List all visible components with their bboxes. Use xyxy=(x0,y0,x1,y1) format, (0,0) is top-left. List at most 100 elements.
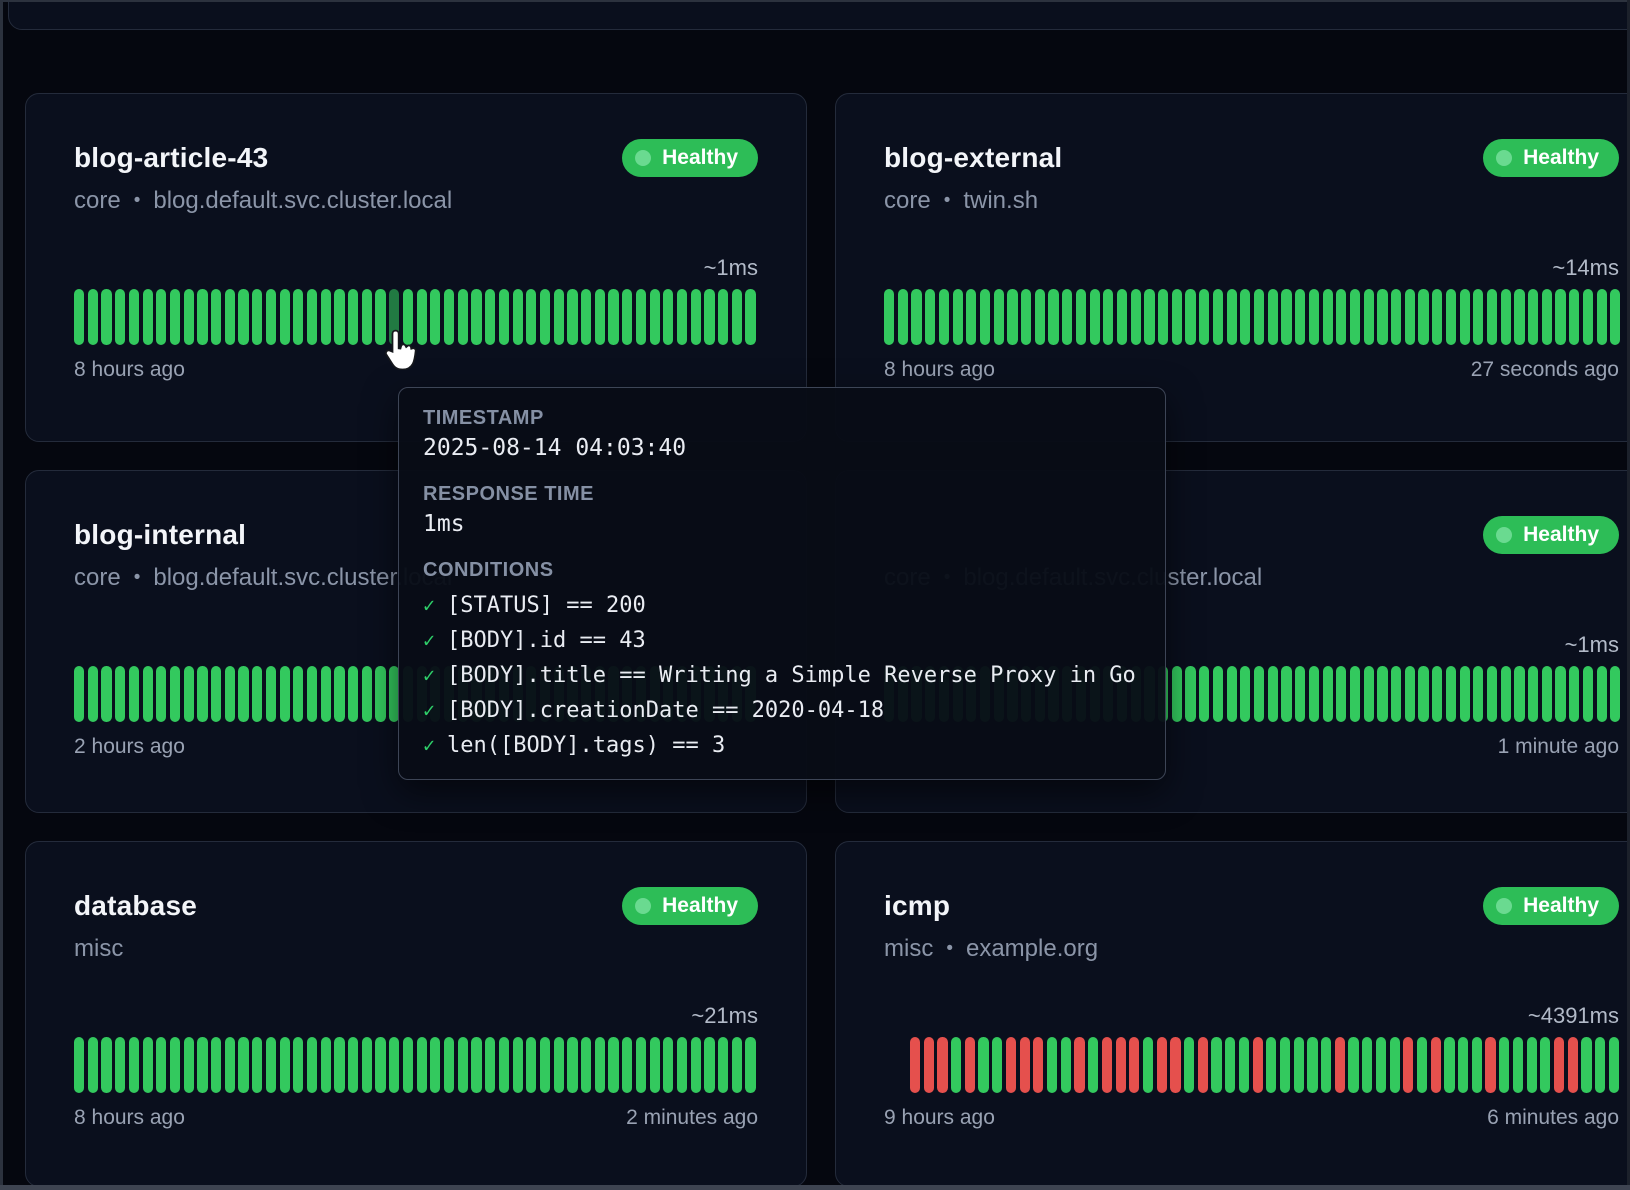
health-bar[interactable] xyxy=(348,289,358,345)
uptime-bars[interactable] xyxy=(884,289,1619,345)
health-bar[interactable] xyxy=(1268,289,1278,345)
health-bar[interactable] xyxy=(348,666,358,722)
health-bar[interactable] xyxy=(156,666,166,722)
health-bar[interactable] xyxy=(704,289,714,345)
health-bar[interactable] xyxy=(1102,1037,1112,1093)
health-bar[interactable] xyxy=(1364,666,1374,722)
health-bar[interactable] xyxy=(1403,1037,1413,1093)
health-bar[interactable] xyxy=(1583,666,1593,722)
health-bar[interactable] xyxy=(1184,1037,1194,1093)
health-bar[interactable] xyxy=(951,1037,961,1093)
health-bar[interactable] xyxy=(417,1037,427,1093)
health-bar[interactable] xyxy=(1199,289,1209,345)
health-bar[interactable] xyxy=(1227,289,1237,345)
health-bar[interactable] xyxy=(1609,1037,1619,1093)
health-bar[interactable] xyxy=(581,1037,591,1093)
health-bar[interactable] xyxy=(1131,289,1141,345)
health-bar[interactable] xyxy=(980,289,990,345)
health-bar[interactable] xyxy=(1473,666,1483,722)
health-bar[interactable] xyxy=(1554,1037,1564,1093)
health-bar[interactable] xyxy=(1446,289,1456,345)
health-bar[interactable] xyxy=(307,289,317,345)
health-bar[interactable] xyxy=(704,1037,714,1093)
health-bar[interactable] xyxy=(184,666,194,722)
health-bar[interactable] xyxy=(143,289,153,345)
health-bar[interactable] xyxy=(1487,666,1497,722)
health-bar[interactable] xyxy=(1047,1037,1057,1093)
health-bar[interactable] xyxy=(937,1037,947,1093)
health-bar[interactable] xyxy=(1418,289,1428,345)
health-bar[interactable] xyxy=(348,1037,358,1093)
health-bar[interactable] xyxy=(1431,1037,1441,1093)
health-bar[interactable] xyxy=(1569,289,1579,345)
health-bar[interactable] xyxy=(74,289,84,345)
health-bar[interactable] xyxy=(197,1037,207,1093)
health-bar[interactable] xyxy=(389,1037,399,1093)
health-bar[interactable] xyxy=(718,289,728,345)
health-bar[interactable] xyxy=(225,666,235,722)
health-bar[interactable] xyxy=(1501,289,1511,345)
health-bar[interactable] xyxy=(1350,289,1360,345)
health-bar[interactable] xyxy=(1007,289,1017,345)
health-bar[interactable] xyxy=(1597,666,1607,722)
health-bar[interactable] xyxy=(1473,289,1483,345)
health-bar[interactable] xyxy=(1158,289,1168,345)
health-bar[interactable] xyxy=(1307,1037,1317,1093)
health-bar[interactable] xyxy=(266,1037,276,1093)
health-bar[interactable] xyxy=(1033,1037,1043,1093)
health-bar[interactable] xyxy=(898,289,908,345)
health-bar[interactable] xyxy=(1335,1037,1345,1093)
health-bar[interactable] xyxy=(513,289,523,345)
health-bar[interactable] xyxy=(1295,666,1305,722)
health-bar[interactable] xyxy=(471,289,481,345)
health-bar[interactable] xyxy=(1501,666,1511,722)
health-bar[interactable] xyxy=(362,666,372,722)
health-bar[interactable] xyxy=(1555,289,1565,345)
health-bar[interactable] xyxy=(595,1037,605,1093)
health-bar[interactable] xyxy=(1323,289,1333,345)
health-bar[interactable] xyxy=(650,289,660,345)
health-bar[interactable] xyxy=(608,1037,618,1093)
health-bar[interactable] xyxy=(362,1037,372,1093)
health-bar[interactable] xyxy=(622,289,632,345)
health-bar[interactable] xyxy=(499,289,509,345)
health-bar[interactable] xyxy=(1295,289,1305,345)
health-bar[interactable] xyxy=(1527,1037,1537,1093)
health-bar[interactable] xyxy=(458,1037,468,1093)
health-bar[interactable] xyxy=(966,289,976,345)
health-bar[interactable] xyxy=(939,289,949,345)
health-bar[interactable] xyxy=(1513,1037,1523,1093)
health-bar[interactable] xyxy=(238,1037,248,1093)
health-bar[interactable] xyxy=(1595,1037,1605,1093)
health-bar[interactable] xyxy=(1376,1037,1386,1093)
health-bar[interactable] xyxy=(88,1037,98,1093)
health-bar[interactable] xyxy=(101,289,111,345)
health-bar[interactable] xyxy=(718,1037,728,1093)
health-bar[interactable] xyxy=(925,289,935,345)
health-bar[interactable] xyxy=(1610,666,1620,722)
health-bar[interactable] xyxy=(211,289,221,345)
health-bar[interactable] xyxy=(978,1037,988,1093)
health-bar[interactable] xyxy=(1583,289,1593,345)
health-bar[interactable] xyxy=(280,666,290,722)
health-bar[interactable] xyxy=(1569,666,1579,722)
health-bar[interactable] xyxy=(88,289,98,345)
health-bar[interactable] xyxy=(663,1037,673,1093)
health-bar[interactable] xyxy=(1240,666,1250,722)
health-bar[interactable] xyxy=(595,289,605,345)
health-bar[interactable] xyxy=(1253,1037,1263,1093)
health-bar[interactable] xyxy=(691,1037,701,1093)
endpoint-card[interactable]: icmp Healthy misc•example.org ~4391ms 9 … xyxy=(835,841,1630,1187)
health-bar[interactable] xyxy=(650,1037,660,1093)
health-bar[interactable] xyxy=(1062,289,1072,345)
health-bar[interactable] xyxy=(1444,1037,1454,1093)
health-bar[interactable] xyxy=(1280,1037,1290,1093)
health-bar[interactable] xyxy=(307,1037,317,1093)
health-bar[interactable] xyxy=(1321,1037,1331,1093)
health-bar[interactable] xyxy=(101,666,111,722)
health-bar[interactable] xyxy=(252,289,262,345)
health-bar[interactable] xyxy=(1266,1037,1276,1093)
health-bar[interactable] xyxy=(1281,289,1291,345)
health-bar[interactable] xyxy=(1116,1037,1126,1093)
health-bar[interactable] xyxy=(1117,289,1127,345)
